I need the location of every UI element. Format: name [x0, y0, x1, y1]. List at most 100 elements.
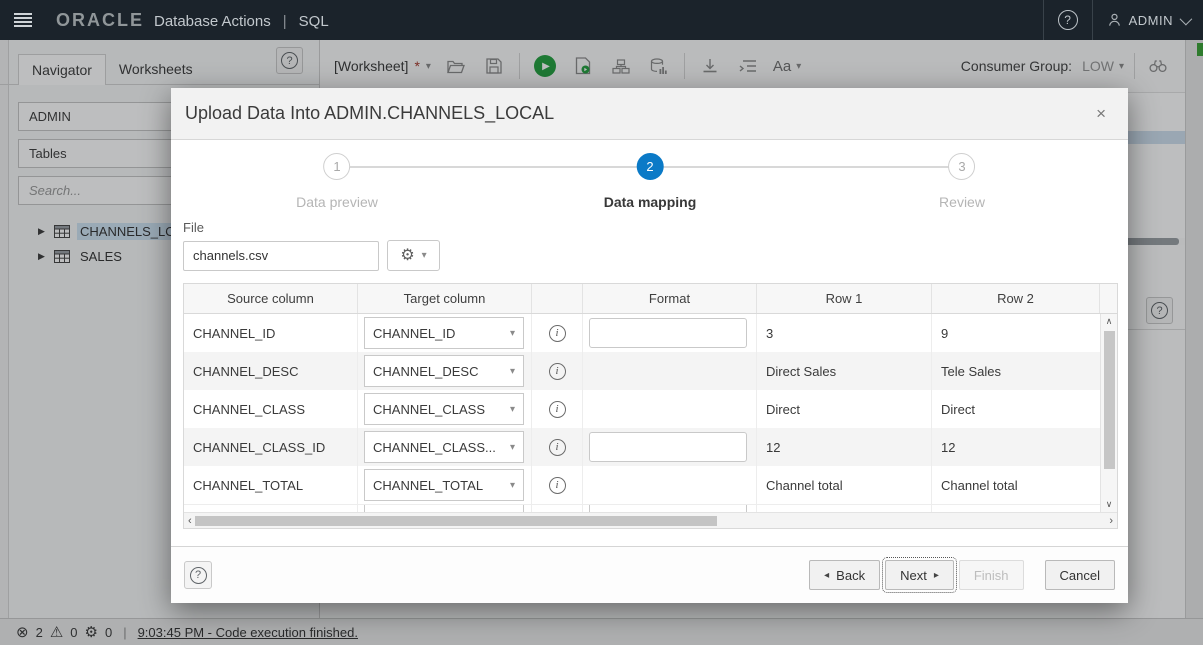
info-icon[interactable]: i: [548, 324, 566, 342]
table-row: CHANNEL_CLASS_ID CHANNEL_CLASS... ▾ i 12 …: [184, 428, 1117, 466]
vertical-scroll-thumb[interactable]: [1103, 331, 1115, 469]
table-row-clipped: [184, 504, 1117, 512]
row2-cell: 12: [941, 439, 956, 455]
topbar-right: ? ADMIN: [1042, 0, 1203, 40]
row2-cell: [932, 505, 1100, 512]
column-header: [532, 284, 583, 313]
target-column-cell: CHANNEL_CLASS ▾: [358, 390, 532, 428]
user-menu[interactable]: ADMIN: [1093, 0, 1203, 40]
target-column-select[interactable]: CHANNEL_CLASS ▾: [364, 393, 524, 425]
info-icon[interactable]: i: [548, 476, 566, 494]
file-name-input[interactable]: [183, 240, 379, 271]
step-number: 3: [948, 153, 976, 180]
step-label: Data preview: [296, 194, 378, 210]
scroll-right-icon[interactable]: ›: [1109, 515, 1113, 527]
format-input[interactable]: [589, 505, 747, 512]
hamburger-menu-icon[interactable]: [14, 13, 32, 27]
horizontal-scrollbar[interactable]: ‹ ›: [184, 512, 1117, 528]
info-icon[interactable]: i: [548, 362, 566, 380]
row2-cell: 9: [941, 325, 949, 341]
info-cell: i: [532, 428, 583, 466]
file-section: File ⚙ ▾: [171, 220, 1128, 271]
dialog-buttons: ◂ Back Next ▸ Finish Cancel: [809, 557, 1115, 593]
row1-cell: [757, 505, 932, 512]
gear-icon: ⚙: [400, 246, 415, 264]
target-column-cell: [358, 505, 532, 512]
chevron-down-icon: ▾: [509, 403, 515, 415]
row2-cell: Channel total: [941, 477, 1018, 493]
info-cell: i: [532, 352, 583, 390]
table-body: CHANNEL_ID CHANNEL_ID ▾ i 3 9 CHANNEL_DES…: [184, 314, 1117, 512]
help-button[interactable]: ?: [1044, 0, 1092, 40]
target-column-select[interactable]: CHANNEL_ID ▾: [364, 317, 524, 349]
column-header: Format: [583, 284, 757, 313]
source-column-cell: CHANNEL_CLASS: [184, 390, 358, 428]
cancel-button[interactable]: Cancel: [1044, 560, 1115, 590]
user-icon: [1108, 13, 1120, 26]
step-review[interactable]: 3 Review: [939, 153, 985, 210]
upload-data-dialog: Upload Data Into ADMIN.CHANNELS_LOCAL × …: [171, 88, 1128, 603]
brand: ORACLE Database Actions | SQL: [56, 10, 329, 31]
scroll-down-icon[interactable]: ∨: [1106, 497, 1113, 512]
help-icon: ?: [189, 566, 207, 584]
vertical-scrollbar[interactable]: ∧ ∨: [1100, 314, 1117, 512]
info-cell: i: [532, 314, 583, 352]
finish-button[interactable]: Finish: [958, 560, 1024, 590]
chevron-down-icon: ▾: [509, 479, 515, 491]
file-label: File: [183, 220, 204, 235]
chevron-down-icon: ▾: [509, 365, 515, 377]
table-row: CHANNEL_TOTAL CHANNEL_TOTAL ▾ i Channel t…: [184, 466, 1117, 504]
step-data-preview[interactable]: 1 Data preview: [296, 153, 378, 210]
back-arrow-icon: ◂: [824, 569, 830, 581]
table-header-row: Source column Target column Format Row 1…: [184, 284, 1117, 314]
row2-cell: Tele Sales: [941, 363, 1001, 379]
scroll-up-icon[interactable]: ∧: [1106, 314, 1113, 329]
chevron-down-icon: ▾: [509, 441, 515, 453]
row1-cell: 3: [757, 314, 932, 352]
horizontal-scroll-thumb[interactable]: [195, 515, 717, 526]
close-icon[interactable]: ×: [1088, 100, 1114, 128]
dialog-help-button[interactable]: ?: [184, 561, 212, 589]
format-cell: [583, 466, 757, 504]
info-icon[interactable]: i: [548, 438, 566, 456]
top-bar: ORACLE Database Actions | SQL ? ADMIN: [0, 0, 1203, 40]
table-row: CHANNEL_CLASS CHANNEL_CLASS ▾ i Direct Di…: [184, 390, 1117, 428]
column-header: Target column: [358, 284, 532, 313]
next-arrow-icon: ▸: [933, 569, 939, 581]
file-row: ⚙ ▾: [183, 240, 1116, 271]
target-column-select[interactable]: CHANNEL_TOTAL ▾: [364, 469, 524, 501]
target-column-select[interactable]: CHANNEL_CLASS... ▾: [364, 431, 524, 463]
format-cell: [583, 505, 757, 512]
row1-cell: Direct Sales: [757, 352, 932, 390]
screen: ORACLE Database Actions | SQL ? ADMIN Na…: [0, 0, 1203, 645]
step-label: Data mapping: [603, 194, 697, 210]
target-column-select[interactable]: [364, 505, 524, 512]
file-settings-button[interactable]: ⚙ ▾: [387, 240, 440, 271]
chevron-down-icon: [1179, 12, 1193, 25]
format-cell: [583, 390, 757, 428]
column-header: Row 1: [757, 284, 932, 313]
step-label: Review: [939, 194, 985, 210]
format-input[interactable]: [589, 432, 747, 462]
info-icon[interactable]: i: [548, 400, 566, 418]
source-column-cell: CHANNEL_TOTAL: [184, 466, 358, 504]
app-title: Database Actions: [154, 12, 271, 30]
dialog-footer: ? ◂ Back Next ▸ Finish Cancel: [171, 546, 1128, 603]
info-cell: i: [532, 390, 583, 428]
back-button[interactable]: ◂ Back: [809, 560, 881, 590]
row1-cell: Direct: [757, 390, 932, 428]
target-column-select[interactable]: CHANNEL_DESC ▾: [364, 355, 524, 387]
scroll-left-icon[interactable]: ‹: [188, 515, 192, 527]
chevron-down-icon: ▾: [509, 327, 515, 339]
target-column-cell: CHANNEL_TOTAL ▾: [358, 466, 532, 504]
format-input[interactable]: [589, 318, 747, 348]
wizard-steps: 1 Data preview 2 Data mapping 3 Review: [171, 140, 1128, 220]
source-column-cell: [184, 505, 358, 512]
step-data-mapping[interactable]: 2 Data mapping: [603, 153, 697, 210]
next-button[interactable]: Next ▸: [882, 557, 957, 593]
help-icon: ?: [1057, 10, 1078, 30]
source-column-cell: CHANNEL_DESC: [184, 352, 358, 390]
column-header: Source column: [184, 284, 358, 313]
column-header: [1100, 284, 1117, 313]
source-column-cell: CHANNEL_CLASS_ID: [184, 428, 358, 466]
